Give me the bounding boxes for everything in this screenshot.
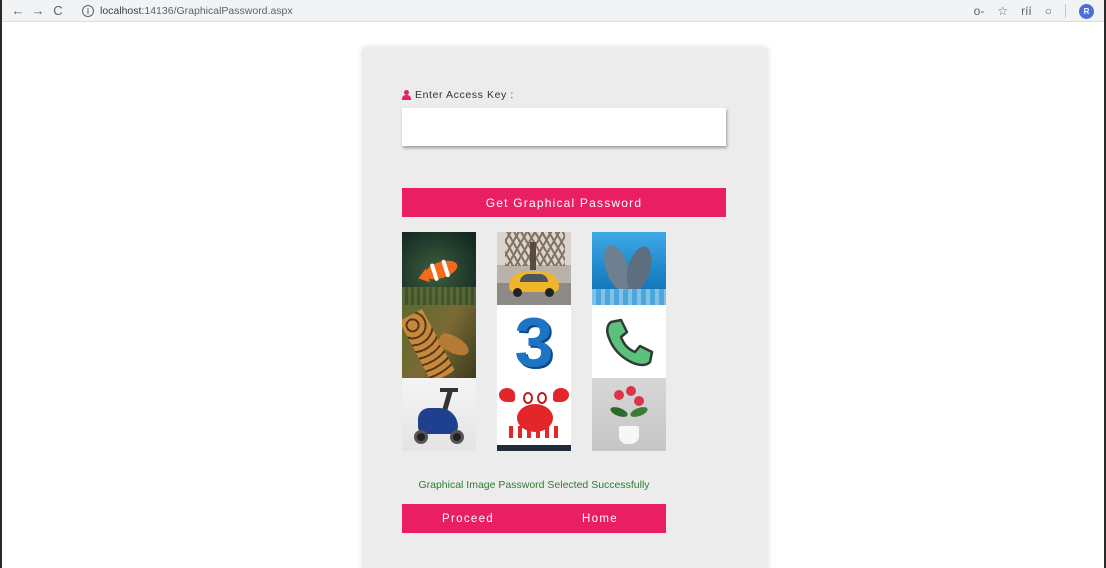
get-graphical-password-button[interactable]: Get Graphical Password xyxy=(402,188,726,217)
browser-toolbar: ← → C i localhost:14136/GraphicalPasswor… xyxy=(2,0,1104,22)
image-tile-number-three[interactable]: 3 xyxy=(497,305,571,378)
status-message: Graphical Image Password Selected Succes… xyxy=(418,479,650,491)
address-bar[interactable]: i localhost:14136/GraphicalPassword.aspx xyxy=(82,2,1082,20)
proceed-button[interactable]: Proceed xyxy=(402,504,534,533)
access-key-label: Enter Access Key : xyxy=(415,89,514,101)
image-tile-giraffe[interactable] xyxy=(402,305,476,378)
url-host: localhost xyxy=(100,5,142,17)
image-tile-clownfish[interactable] xyxy=(402,232,476,305)
back-arrow-icon[interactable]: ← xyxy=(8,1,28,21)
image-tile-dolphins[interactable] xyxy=(592,232,666,305)
info-icon[interactable]: i xyxy=(82,5,94,17)
image-grid: 3 xyxy=(402,232,666,451)
graphical-password-card: Enter Access Key : Get Graphical Passwor… xyxy=(363,48,767,568)
image-tile-crab[interactable] xyxy=(497,378,571,451)
browser-window: ← → C i localhost:14136/GraphicalPasswor… xyxy=(0,0,1106,568)
toolbar-actions: o- ☆ ríí ○ R xyxy=(974,2,1094,20)
bookmark-star-icon[interactable]: ☆ xyxy=(997,4,1008,18)
reload-icon[interactable]: C xyxy=(48,1,68,21)
number-three-glyph: 3 xyxy=(514,305,554,378)
access-key-input[interactable] xyxy=(402,108,726,146)
extension-icon[interactable]: ríí xyxy=(1021,4,1032,18)
access-key-label-row: Enter Access Key : xyxy=(402,89,514,101)
record-icon[interactable]: ○ xyxy=(1045,4,1052,18)
home-button[interactable]: Home xyxy=(534,504,666,533)
toolbar-divider xyxy=(1065,4,1066,18)
image-tile-flower-pot[interactable] xyxy=(592,378,666,451)
forward-arrow-icon[interactable]: → xyxy=(28,1,48,21)
url-text: localhost:14136/GraphicalPassword.aspx xyxy=(100,5,293,17)
phone-icon xyxy=(606,318,654,366)
image-tile-yellow-car[interactable] xyxy=(497,232,571,305)
action-bar: Proceed Home xyxy=(402,504,666,533)
user-icon xyxy=(402,90,411,100)
image-tile-phone[interactable] xyxy=(592,305,666,378)
key-icon[interactable]: o- xyxy=(974,4,985,18)
image-tile-scooter[interactable] xyxy=(402,378,476,451)
profile-avatar[interactable]: R xyxy=(1079,3,1094,19)
url-path: :14136/GraphicalPassword.aspx xyxy=(141,5,293,17)
